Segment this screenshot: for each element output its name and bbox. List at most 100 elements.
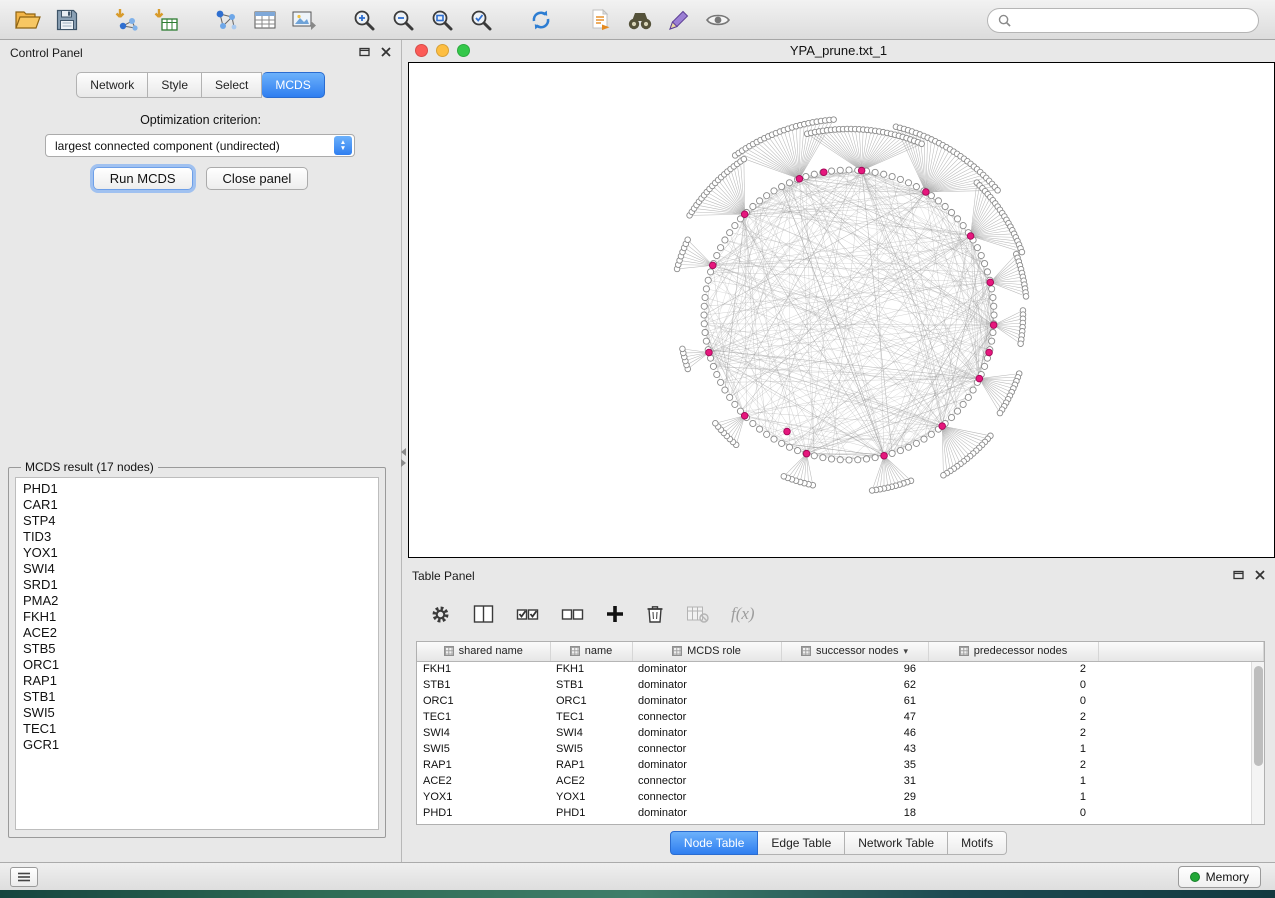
table-cell[interactable]: RAP1 [417, 757, 550, 773]
table-row[interactable]: ACE2ACE2connector311 [417, 773, 1264, 789]
select-all-columns-icon[interactable] [516, 605, 539, 623]
tab-network[interactable]: Network [76, 72, 148, 98]
panel-splitter-handle[interactable] [398, 446, 408, 468]
float-panel-icon[interactable] [1233, 569, 1244, 583]
close-panel-icon[interactable] [381, 46, 391, 60]
tab-style[interactable]: Style [148, 72, 202, 98]
table-cell[interactable]: connector [632, 741, 781, 757]
table-cell[interactable]: connector [632, 709, 781, 725]
share-document-icon[interactable] [585, 4, 617, 36]
add-column-icon[interactable] [606, 605, 624, 623]
mcds-result-item[interactable]: SWI5 [23, 705, 371, 721]
column-header-shared-name[interactable]: shared name [417, 642, 550, 661]
table-cell[interactable]: STB1 [417, 677, 550, 693]
optimization-criterion-select[interactable]: largest connected component (undirected)… [45, 134, 355, 157]
apply-layout-icon[interactable] [525, 4, 557, 36]
mcds-result-item[interactable]: SWI4 [23, 561, 371, 577]
sort-indicator-icon[interactable]: ▾ [904, 646, 909, 657]
table-cell[interactable]: SWI4 [417, 725, 550, 741]
table-row[interactable]: SWI5SWI5connector431 [417, 741, 1264, 757]
table-row[interactable]: STB1STB1dominator620 [417, 677, 1264, 693]
table-cell[interactable]: connector [632, 773, 781, 789]
table-cell[interactable]: 2 [928, 757, 1098, 773]
table-cell[interactable]: PHD1 [550, 805, 632, 821]
zoom-selected-icon[interactable] [465, 4, 497, 36]
scrollbar-thumb[interactable] [1254, 666, 1263, 766]
network-table-icon[interactable] [249, 4, 281, 36]
table-cell[interactable]: dominator [632, 677, 781, 693]
mcds-result-list[interactable]: PHD1CAR1STP4TID3YOX1SWI4SRD1PMA2FKH1ACE2… [15, 477, 379, 830]
network-canvas[interactable] [408, 62, 1275, 558]
table-cell[interactable]: 2 [928, 661, 1098, 677]
table-row[interactable]: RAP1RAP1dominator352 [417, 757, 1264, 773]
mcds-result-item[interactable]: YOX1 [23, 545, 371, 561]
save-session-icon[interactable] [51, 4, 83, 36]
mcds-result-item[interactable]: FKH1 [23, 609, 371, 625]
mcds-result-item[interactable]: ORC1 [23, 657, 371, 673]
table-settings-gear-icon[interactable] [430, 604, 451, 625]
table-cell[interactable]: FKH1 [417, 661, 550, 677]
mcds-result-item[interactable]: RAP1 [23, 673, 371, 689]
table-cell[interactable]: 35 [781, 757, 928, 773]
tab-node-table[interactable]: Node Table [670, 831, 759, 855]
mcds-result-item[interactable]: GCR1 [23, 737, 371, 753]
table-cell[interactable]: 0 [928, 693, 1098, 709]
mcds-result-item[interactable]: STB5 [23, 641, 371, 657]
table-scrollbar[interactable] [1251, 662, 1264, 824]
search-network-binoculars-icon[interactable] [624, 4, 656, 36]
table-cell[interactable]: 46 [781, 725, 928, 741]
table-cell[interactable]: dominator [632, 661, 781, 677]
table-cell[interactable]: ACE2 [550, 773, 632, 789]
memory-button[interactable]: Memory [1178, 866, 1261, 888]
table-cell[interactable]: 1 [928, 773, 1098, 789]
table-cell[interactable]: dominator [632, 693, 781, 709]
export-image-icon[interactable] [288, 4, 320, 36]
table-cell[interactable]: 2 [928, 725, 1098, 741]
table-cell[interactable]: ACE2 [417, 773, 550, 789]
table-cell[interactable]: 62 [781, 677, 928, 693]
table-cell[interactable]: 43 [781, 741, 928, 757]
global-search-field[interactable] [987, 8, 1259, 33]
mcds-result-item[interactable]: ACE2 [23, 625, 371, 641]
table-cell[interactable]: connector [632, 789, 781, 805]
table-cell[interactable]: 18 [781, 805, 928, 821]
table-cell[interactable]: ORC1 [417, 693, 550, 709]
table-cell[interactable]: 61 [781, 693, 928, 709]
mcds-result-item[interactable]: PMA2 [23, 593, 371, 609]
status-menu-button[interactable] [10, 867, 38, 887]
table-cell[interactable]: 0 [928, 805, 1098, 821]
network-view[interactable] [409, 63, 1274, 557]
table-cell[interactable]: 2 [928, 709, 1098, 725]
table-cell[interactable]: 47 [781, 709, 928, 725]
table-row[interactable]: YOX1YOX1connector291 [417, 789, 1264, 805]
mcds-result-item[interactable]: SRD1 [23, 577, 371, 593]
table-cell[interactable]: ORC1 [550, 693, 632, 709]
table-row[interactable]: TEC1TEC1connector472 [417, 709, 1264, 725]
mcds-result-item[interactable]: STP4 [23, 513, 371, 529]
table-cell[interactable]: 96 [781, 661, 928, 677]
table-cell[interactable]: 29 [781, 789, 928, 805]
mcds-result-item[interactable]: TID3 [23, 529, 371, 545]
table-cell[interactable]: SWI5 [550, 741, 632, 757]
apply-style-icon[interactable] [663, 4, 695, 36]
table-cell[interactable]: PHD1 [417, 805, 550, 821]
import-table-icon[interactable] [150, 4, 182, 36]
zoom-in-icon[interactable] [348, 4, 380, 36]
table-cell[interactable]: TEC1 [417, 709, 550, 725]
table-cell[interactable]: RAP1 [550, 757, 632, 773]
table-cell[interactable]: dominator [632, 805, 781, 821]
import-network-icon[interactable] [111, 4, 143, 36]
mcds-result-item[interactable]: TEC1 [23, 721, 371, 737]
table-row[interactable]: ORC1ORC1dominator610 [417, 693, 1264, 709]
close-panel-button[interactable]: Close panel [206, 167, 309, 190]
mcds-result-item[interactable]: PHD1 [23, 481, 371, 497]
delete-column-trash-icon[interactable] [646, 604, 664, 624]
run-mcds-button[interactable]: Run MCDS [93, 167, 193, 190]
column-header-name[interactable]: name [550, 642, 632, 661]
close-panel-icon[interactable] [1255, 569, 1265, 583]
search-input[interactable] [1017, 14, 1248, 28]
table-cell[interactable]: 1 [928, 789, 1098, 805]
tab-network-table[interactable]: Network Table [845, 831, 948, 855]
table-cell[interactable]: SWI4 [550, 725, 632, 741]
table-cell[interactable]: STB1 [550, 677, 632, 693]
